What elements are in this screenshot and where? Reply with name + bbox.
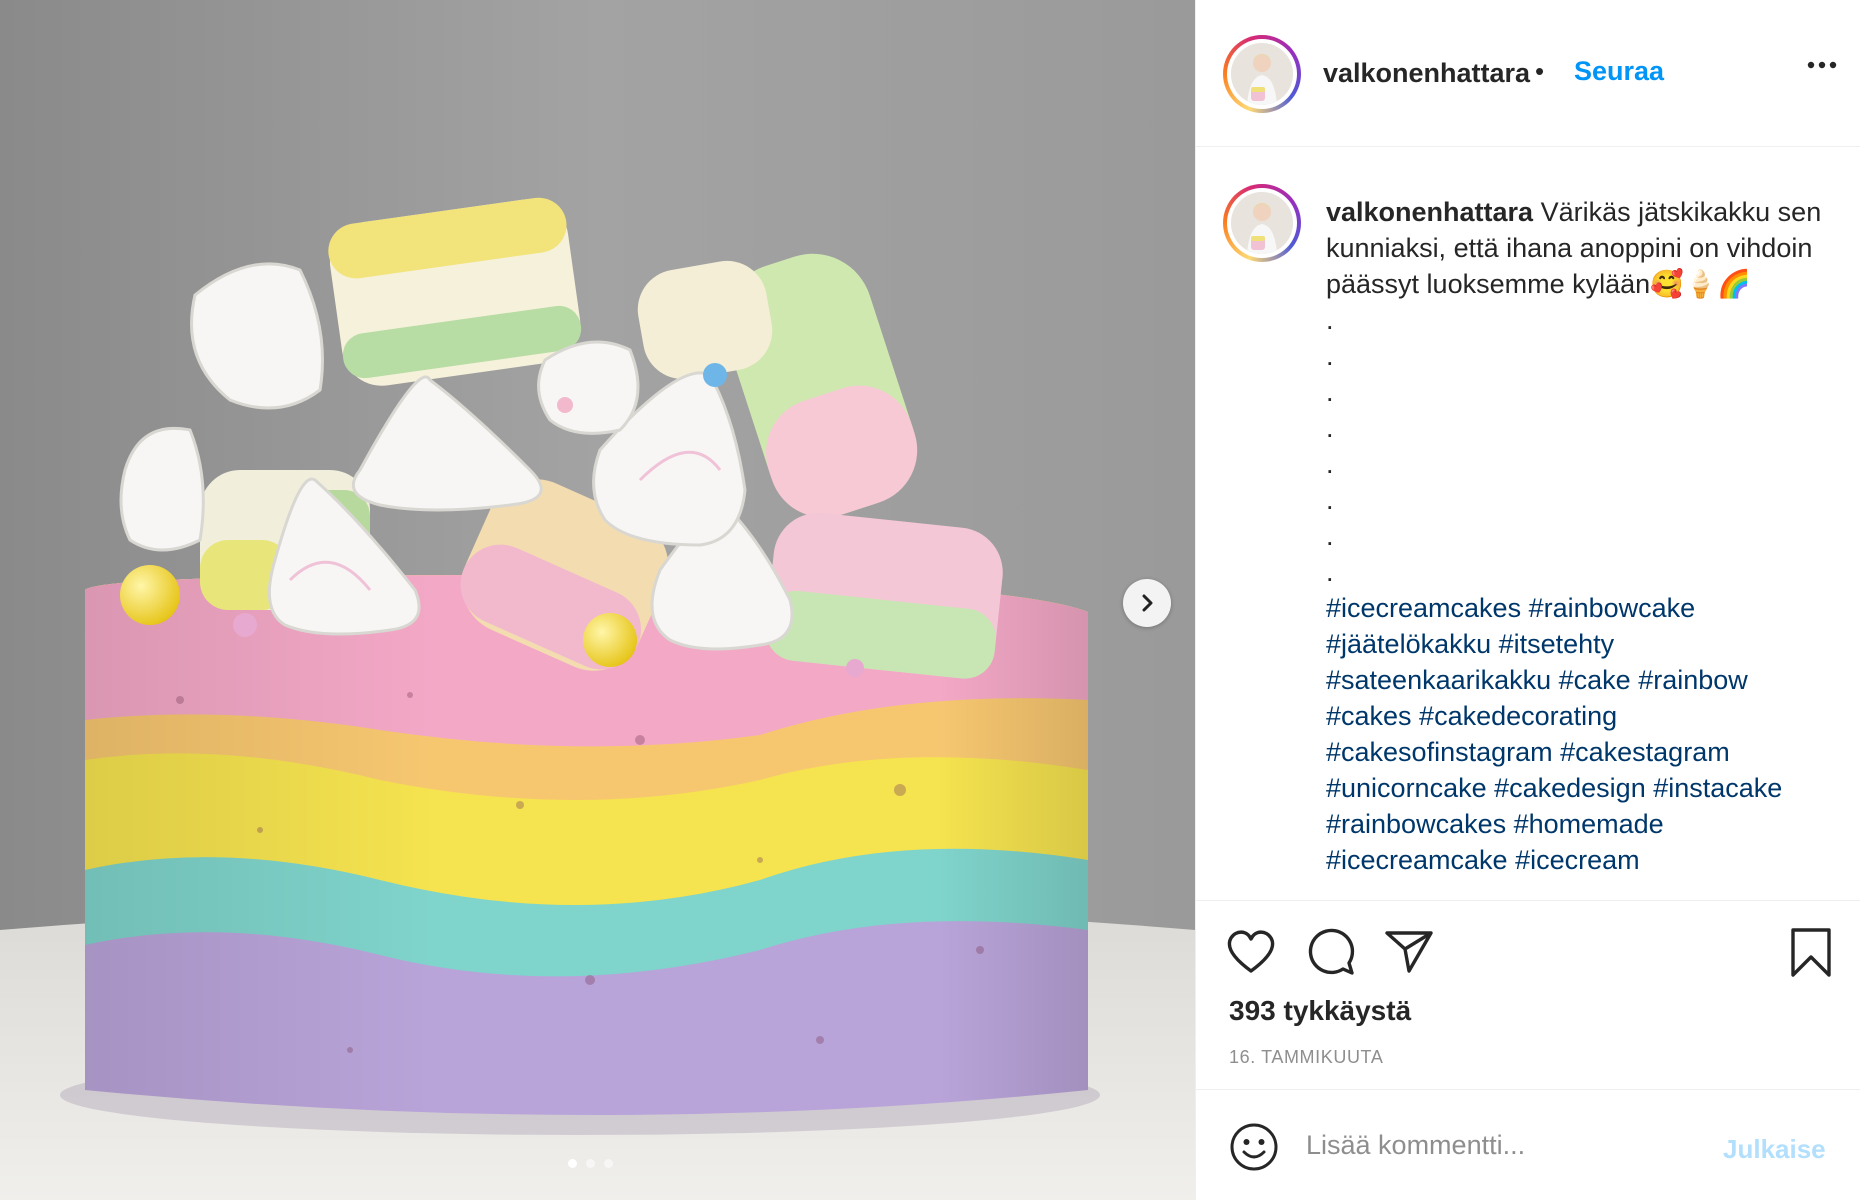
post-side-panel: valkonenhattara • Seuraa valkonenhattara… [1195,0,1860,1200]
person-photo-icon [1231,192,1293,254]
more-options-button[interactable] [1806,58,1838,76]
hashtag-line[interactable]: #jäätelökakku #itsetehty [1326,626,1831,662]
next-slide-button[interactable] [1123,579,1171,627]
cake-photo [0,0,1195,1200]
caption-dot-line: . [1326,377,1334,407]
post-actions: 393 tykkäystä 16. TAMMIKUUTA [1196,900,1860,1090]
emoji-button[interactable] [1229,1122,1279,1177]
slide-dot [604,1159,613,1168]
bookmark-icon [1791,928,1831,977]
slide-dot [586,1159,595,1168]
hashtag-line[interactable]: #icecreamcake #icecream [1326,842,1831,878]
caption-dot-line: . [1326,557,1334,587]
author-username[interactable]: valkonenhattara [1323,58,1530,89]
hashtag-line[interactable]: #sateenkaarikakku #cake #rainbow [1326,662,1831,698]
like-button[interactable] [1225,927,1277,980]
caption-dot-line: . [1326,449,1334,479]
slide-dot-active [568,1159,577,1168]
caption-author-avatar[interactable] [1223,184,1301,262]
caption-dot-line: . [1326,485,1334,515]
hashtag-line[interactable]: #cakesofinstagram #cakestagram [1326,734,1831,770]
caption-dot-line: . [1326,341,1334,371]
post-header: valkonenhattara • Seuraa [1196,0,1860,147]
smiley-icon [1230,1123,1278,1171]
likes-count[interactable]: 393 tykkäystä [1229,995,1411,1027]
caption-username[interactable]: valkonenhattara [1326,197,1533,227]
caption-dot-line: . [1326,521,1334,551]
comment-bar: Julkaise [1196,1090,1860,1200]
heart-icon [1227,930,1275,973]
author-avatar[interactable] [1223,35,1301,113]
send-icon [1385,931,1433,973]
caption-text: valkonenhattara Värikäs jätskikakku sen … [1326,194,1831,878]
slide-indicator [568,1159,613,1168]
caption-dot-line: . [1326,413,1334,443]
publish-button[interactable]: Julkaise [1723,1134,1826,1165]
header-separator: • [1535,56,1545,86]
hashtag-line[interactable]: #cakes #cakedecorating [1326,698,1831,734]
caption-section: valkonenhattara Värikäs jätskikakku sen … [1196,148,1860,900]
hashtag-line[interactable]: #unicorncake #cakedesign #instacake [1326,770,1831,806]
post-media[interactable] [0,0,1195,1200]
comment-input[interactable] [1306,1123,1706,1167]
save-button[interactable] [1789,927,1833,984]
follow-button[interactable]: Seuraa [1574,56,1664,87]
person-photo-icon [1231,43,1293,105]
hashtag-line[interactable]: #rainbowcakes #homemade [1326,806,1831,842]
comment-button[interactable] [1305,927,1357,982]
caption-dot-line: . [1326,305,1334,335]
comment-icon [1308,928,1355,975]
post-date: 16. TAMMIKUUTA [1229,1047,1384,1067]
more-horizontal-icon [1807,61,1837,69]
hashtag-line[interactable]: #icecreamcakes #rainbowcake [1326,590,1831,626]
chevron-right-icon [1142,594,1153,612]
share-button[interactable] [1383,927,1435,980]
